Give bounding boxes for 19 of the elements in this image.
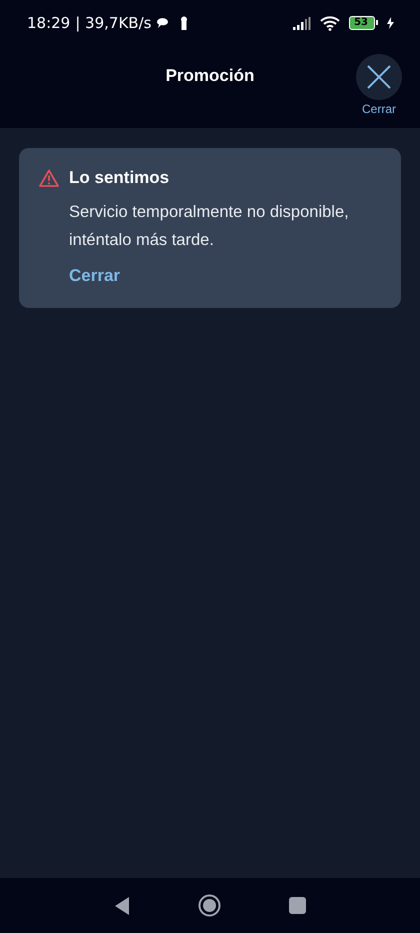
warning-icon [39,169,59,187]
network-speed: | 39,7KB/s [75,14,152,32]
page-title: Promoción [166,66,254,86]
signal-icon [293,16,312,30]
close-label: Cerrar [362,102,396,116]
close-link[interactable]: Cerrar [69,266,381,286]
close-icon [367,65,391,89]
alert-title: Lo sentimos [69,168,170,188]
keyhole-icon [180,16,188,30]
chat-icon [156,18,170,28]
battery-indicator: 53 [349,16,375,30]
wifi-icon [320,16,340,30]
recents-icon[interactable] [289,897,306,914]
alert-message: Servicio temporalmente no disponible, inténtalo más tarde. [69,202,350,251]
back-icon[interactable] [114,896,130,916]
home-icon[interactable] [198,894,221,917]
charging-icon [387,17,394,29]
status-time: 18:29 [27,14,70,32]
close-button[interactable] [356,54,402,100]
